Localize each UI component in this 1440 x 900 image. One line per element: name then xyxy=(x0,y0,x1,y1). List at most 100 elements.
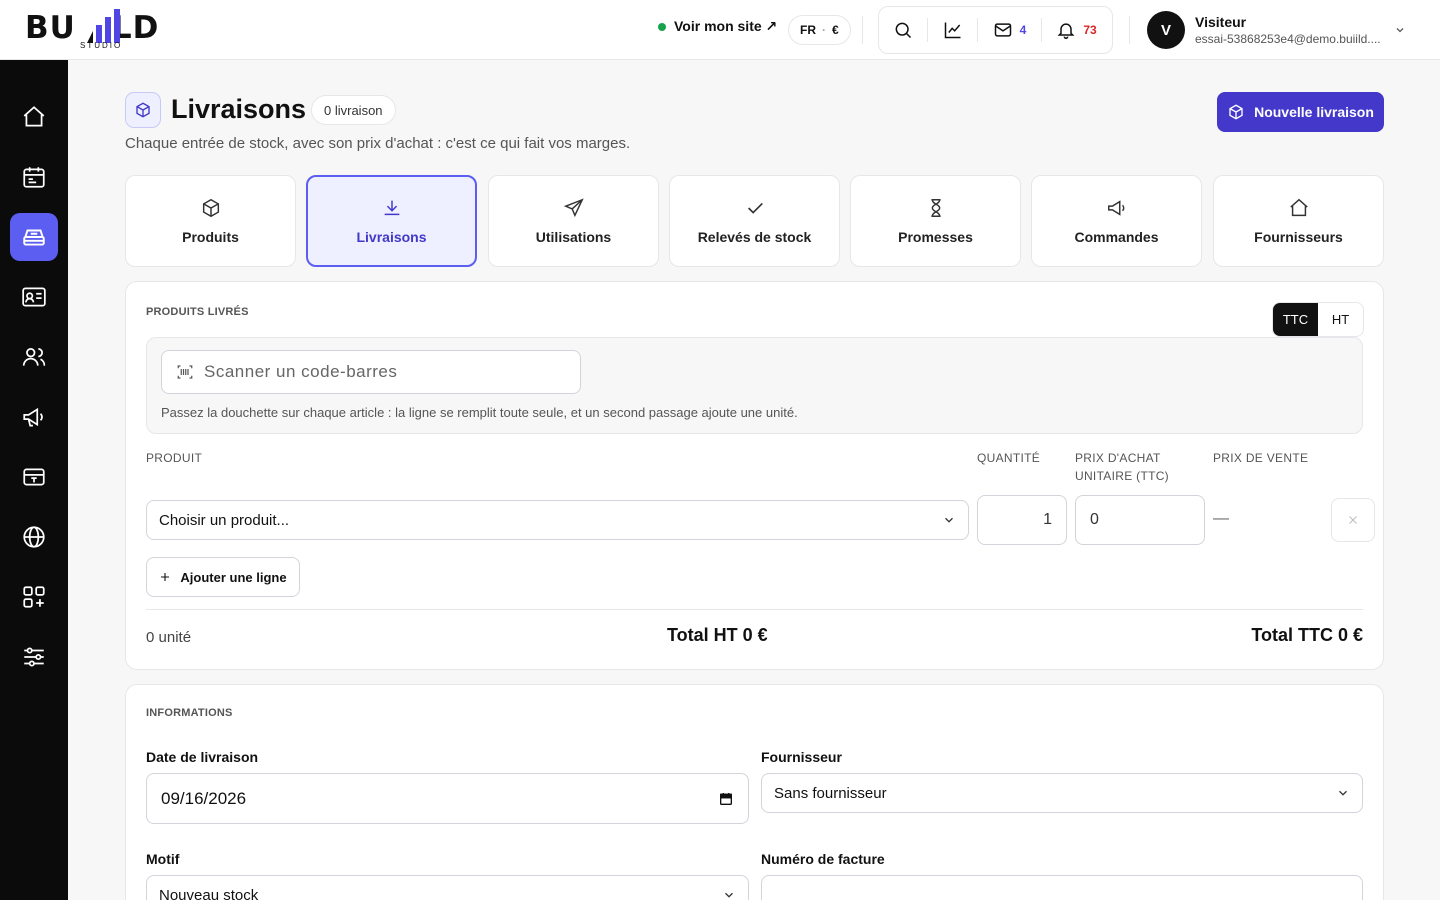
invoice-number-input[interactable] xyxy=(761,875,1363,900)
tab-products[interactable]: Produits xyxy=(125,175,296,267)
new-delivery-button[interactable]: Nouvelle livraison xyxy=(1217,92,1384,132)
users-icon xyxy=(22,348,46,366)
reason-select[interactable]: Nouveau stock xyxy=(146,875,749,900)
toggle-ht[interactable]: HT xyxy=(1318,303,1363,336)
chevron-down-icon[interactable] xyxy=(1394,24,1406,36)
apps-icon xyxy=(23,586,45,608)
home-icon xyxy=(1289,198,1308,217)
invoice-number-label: Numéro de facture xyxy=(761,851,885,867)
sidebar-item-register[interactable] xyxy=(10,453,58,501)
delivery-date-value: 09/16/2026 xyxy=(161,788,247,808)
tab-label: Livraisons xyxy=(356,229,427,245)
sidebar-item-settings[interactable] xyxy=(10,633,58,681)
chart-line-icon xyxy=(944,22,960,39)
tab-label: Relevés de stock xyxy=(697,229,812,245)
view-site-link[interactable]: Voir mon site ↗ xyxy=(658,18,777,35)
tab-suppliers[interactable]: Fournisseurs xyxy=(1213,175,1384,267)
sidebar-item-contacts[interactable] xyxy=(10,273,58,321)
sidebar-item-home[interactable] xyxy=(10,93,58,141)
information-card: INFORMATIONS Date de livraison 09/16/202… xyxy=(125,684,1384,900)
megaphone-icon xyxy=(1107,200,1124,216)
column-header-product: PRODUIT xyxy=(146,451,203,465)
sidebar-item-website[interactable] xyxy=(10,513,58,561)
chevron-down-icon xyxy=(1339,790,1347,796)
product-select[interactable]: Choisir un produit... xyxy=(146,500,969,540)
register-icon xyxy=(23,468,45,486)
barcode-icon xyxy=(177,365,193,379)
header-divider xyxy=(862,16,863,44)
box-icon xyxy=(202,198,219,218)
download-icon xyxy=(384,200,399,216)
tab-orders[interactable]: Commandes xyxy=(1031,175,1202,267)
sidebar-item-calendar[interactable] xyxy=(10,153,58,201)
notifications-button[interactable]: 73 xyxy=(1041,18,1111,42)
search-icon xyxy=(895,22,912,39)
build-studio-logo[interactable]: BU LD STUDIO xyxy=(25,8,185,52)
mail-button[interactable]: 4 xyxy=(977,18,1041,42)
column-header-quantity: QUANTITÉ xyxy=(977,451,1041,465)
section-label: INFORMATIONS xyxy=(146,707,233,719)
sidebar-item-clients[interactable] xyxy=(10,333,58,381)
box-icon xyxy=(136,102,150,118)
sidebar-item-stock[interactable] xyxy=(10,213,58,261)
supplier-value: Sans fournisseur xyxy=(774,784,887,802)
calendar-icon xyxy=(23,167,45,188)
user-name: Visiteur xyxy=(1195,14,1247,30)
page-icon xyxy=(125,92,161,128)
quantity-input[interactable]: 1 xyxy=(977,495,1067,545)
stats-button[interactable] xyxy=(927,18,977,42)
product-select-value: Choisir un produit... xyxy=(159,511,290,529)
supplier-select[interactable]: Sans fournisseur xyxy=(761,773,1363,813)
sale-price-value: — xyxy=(1213,510,1229,527)
toggle-ttc[interactable]: TTC xyxy=(1273,303,1318,336)
add-line-button[interactable]: Ajouter une ligne xyxy=(146,557,300,597)
globe-icon xyxy=(23,526,45,548)
divider xyxy=(146,609,1363,610)
page-subtitle: Chaque entrée de stock, avec son prix d'… xyxy=(125,135,631,152)
sidebar-item-marketing[interactable] xyxy=(10,393,58,441)
chevron-down-icon xyxy=(725,892,733,898)
chevron-down-icon xyxy=(945,517,953,523)
tab-label: Utilisations xyxy=(535,229,612,245)
tab-promises[interactable]: Promesses xyxy=(850,175,1021,267)
delivery-date-input[interactable]: 09/16/2026 xyxy=(146,773,749,824)
units-count: 0 unité xyxy=(146,629,192,646)
delivered-products-card: PRODUITS LIVRÉS TTC HT Scanner un code-b… xyxy=(125,281,1384,670)
language-currency-switch[interactable]: FR · € xyxy=(788,15,851,45)
calendar-icon[interactable] xyxy=(718,791,734,807)
logo-subtitle: STUDIO xyxy=(80,41,123,50)
page-title: Livraisons xyxy=(171,94,307,124)
column-header-sale-price: PRIX DE VENTE xyxy=(1213,451,1309,465)
user-email: essai-53868253e4@demo.buiild.... xyxy=(1195,32,1381,46)
column-header-purchase-price: PRIX D'ACHAT UNITAIRE (TTC) xyxy=(1075,449,1169,485)
mail-icon xyxy=(994,23,1011,37)
mail-count: 4 xyxy=(1019,23,1027,37)
ttc-ht-toggle[interactable]: TTC HT xyxy=(1272,302,1364,337)
delivery-date-label: Date de livraison xyxy=(146,749,259,765)
home-icon xyxy=(23,106,45,127)
close-icon xyxy=(1349,516,1357,524)
reason-value: Nouveau stock xyxy=(159,886,259,900)
online-status-dot xyxy=(658,22,666,31)
remove-line-button[interactable] xyxy=(1331,498,1375,542)
user-menu[interactable]: V Visiteur essai-53868253e4@demo.buiild.… xyxy=(1147,11,1390,49)
logo-bars-icon xyxy=(87,9,120,43)
purchase-price-input[interactable]: 0 xyxy=(1075,495,1205,545)
column-header-line: PRIX D'ACHAT xyxy=(1075,451,1161,465)
tab-stock-counts[interactable]: Relevés de stock xyxy=(669,175,840,267)
tab-usages[interactable]: Utilisations xyxy=(488,175,659,267)
tab-deliveries[interactable]: Livraisons xyxy=(306,175,477,267)
total-ttc: Total TTC 0 € xyxy=(1251,625,1363,645)
box-icon xyxy=(1229,104,1243,120)
search-button[interactable] xyxy=(879,7,927,53)
reason-label: Motif xyxy=(146,851,180,867)
megaphone-icon xyxy=(23,407,43,427)
barcode-scan-panel: Scanner un code-barres Passez la douchet… xyxy=(146,337,1363,434)
barcode-placeholder: Scanner un code-barres xyxy=(204,362,398,381)
header-tools: 4 73 xyxy=(878,6,1113,54)
sidebar-item-apps[interactable] xyxy=(10,573,58,621)
sliders-icon xyxy=(24,647,44,667)
currency-symbol: € xyxy=(832,23,839,37)
barcode-input[interactable]: Scanner un code-barres xyxy=(161,350,581,394)
section-label: PRODUITS LIVRÉS xyxy=(146,306,249,318)
